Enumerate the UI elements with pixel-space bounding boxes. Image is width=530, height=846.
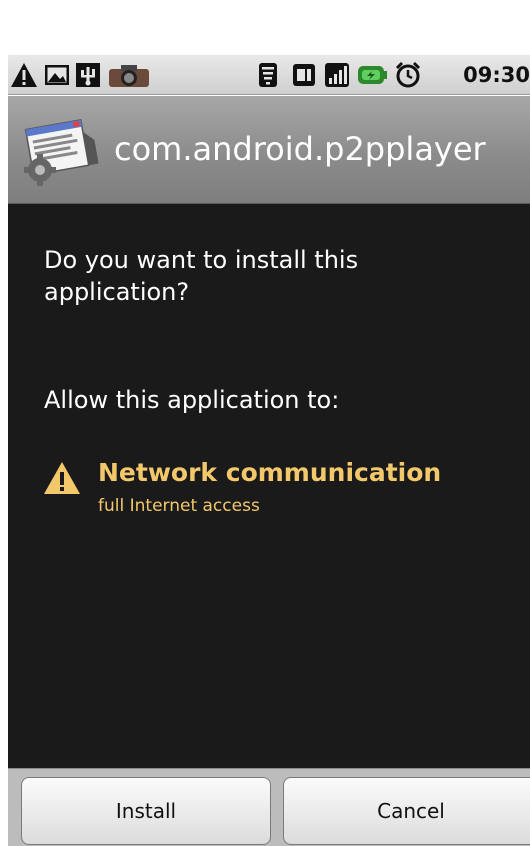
image-icon (45, 65, 69, 85)
status-bar: 09:30 (8, 55, 530, 95)
package-installer-icon (24, 119, 99, 186)
usb-icon (76, 63, 100, 87)
install-dialog-screen: 09:30 com.android.p2pplayer Do you want … (0, 0, 530, 846)
dialog-content: Do you want to install this application?… (8, 204, 530, 768)
cancel-button[interactable]: Cancel (283, 777, 530, 845)
permission-item: Network communication full Internet acce… (42, 456, 522, 526)
permissions-header: Allow this application to: (44, 386, 340, 414)
warning-icon (11, 63, 37, 87)
signal-icon (325, 63, 349, 87)
alarm-icon (395, 61, 421, 88)
permission-title: Network communication (98, 458, 442, 487)
status-time: 09:30 (463, 63, 530, 87)
battery-icon (358, 66, 387, 84)
camera-icon (109, 65, 149, 87)
dialog-button-bar: Install Cancel (8, 768, 530, 846)
sim-icon (293, 64, 315, 86)
warning-icon (44, 462, 80, 494)
dialog-title: com.android.p2pplayer (114, 130, 486, 168)
permission-description: full Internet access (98, 496, 260, 516)
dialog-title-bar: com.android.p2pplayer (8, 96, 530, 204)
wifi-icon (259, 63, 277, 87)
install-question: Do you want to install this application? (44, 246, 359, 306)
install-button[interactable]: Install (21, 777, 271, 845)
